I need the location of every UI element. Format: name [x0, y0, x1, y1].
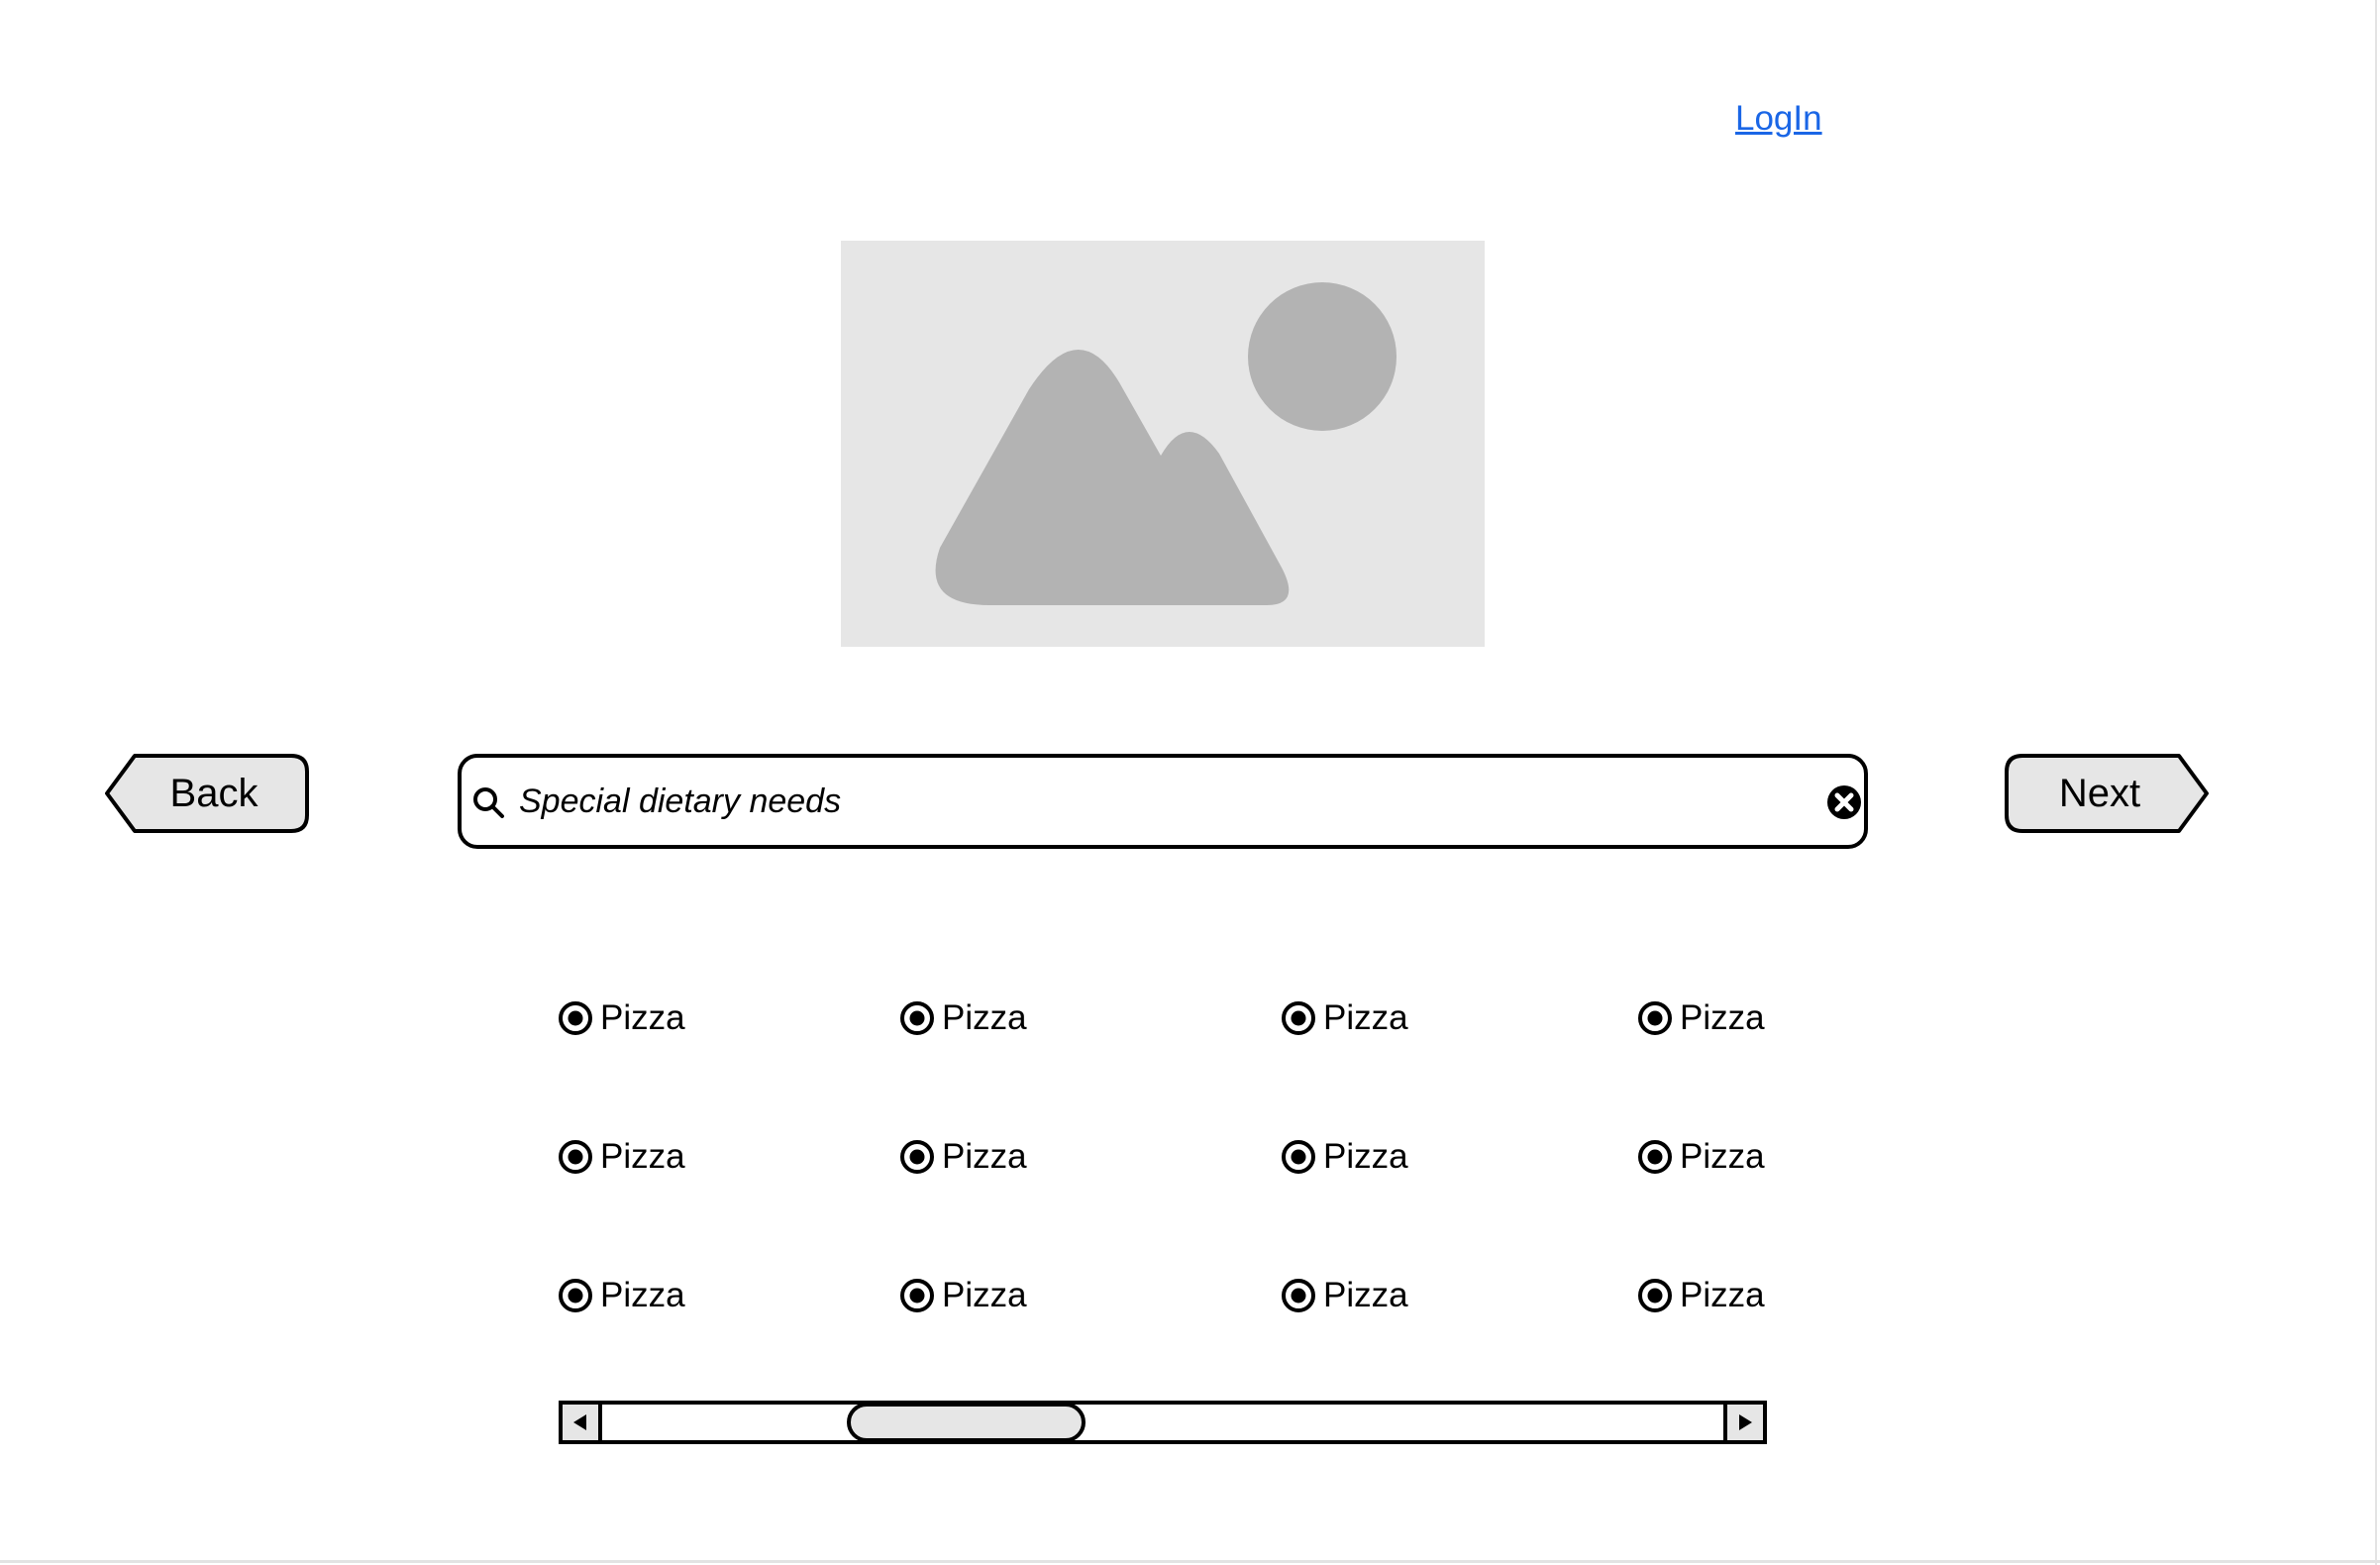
search-bar[interactable]: [458, 754, 1868, 849]
option-label: Pizza: [1323, 1137, 1408, 1176]
radio-selected-icon: [1282, 1001, 1315, 1035]
radio-selected-icon: [900, 1001, 934, 1035]
option-label: Pizza: [1680, 1137, 1765, 1176]
arrow-right-icon: [1739, 1414, 1752, 1430]
option-label: Pizza: [1680, 1276, 1765, 1314]
pizza-option[interactable]: Pizza: [557, 1132, 685, 1182]
back-button[interactable]: Back: [105, 754, 309, 833]
option-label: Pizza: [942, 1276, 1027, 1314]
radio-selected-icon: [559, 1001, 592, 1035]
horizontal-scrollbar[interactable]: [559, 1401, 1767, 1444]
next-button[interactable]: Next: [2005, 754, 2209, 833]
radio-selected-icon: [559, 1140, 592, 1174]
login-link[interactable]: LogIn: [1735, 99, 1822, 139]
image-placeholder-icon: [841, 241, 1485, 647]
back-button-label: Back: [169, 771, 259, 815]
radio-selected-icon: [1638, 1279, 1672, 1312]
pizza-option[interactable]: Pizza: [1280, 1132, 1408, 1182]
pizza-option[interactable]: Pizza: [898, 1132, 1027, 1182]
pizza-option[interactable]: Pizza: [1280, 1271, 1408, 1320]
next-button-label: Next: [2058, 771, 2141, 815]
pizza-option[interactable]: Pizza: [557, 1271, 685, 1320]
pizza-option[interactable]: Pizza: [898, 993, 1027, 1043]
clear-icon[interactable]: [1826, 784, 1862, 820]
pizza-option[interactable]: Pizza: [1636, 1132, 1765, 1182]
pizza-option[interactable]: Pizza: [557, 993, 685, 1043]
radio-selected-icon: [559, 1279, 592, 1312]
option-label: Pizza: [600, 1276, 685, 1314]
pizza-option[interactable]: Pizza: [1636, 1271, 1765, 1320]
option-label: Pizza: [942, 998, 1027, 1037]
radio-selected-icon: [1282, 1140, 1315, 1174]
search-icon: [473, 787, 504, 818]
radio-selected-icon: [900, 1279, 934, 1312]
radio-selected-icon: [1638, 1140, 1672, 1174]
pizza-option[interactable]: Pizza: [1280, 993, 1408, 1043]
pizza-option[interactable]: Pizza: [1636, 993, 1765, 1043]
radio-selected-icon: [1282, 1279, 1315, 1312]
option-label: Pizza: [1680, 998, 1765, 1037]
radio-selected-icon: [1638, 1001, 1672, 1035]
hero-image: [841, 241, 1485, 647]
arrow-left-icon: [573, 1414, 586, 1430]
search-input[interactable]: [519, 772, 1757, 831]
option-label: Pizza: [1323, 998, 1408, 1037]
scroll-right-button[interactable]: [1723, 1405, 1763, 1440]
option-label: Pizza: [600, 1137, 685, 1176]
option-label: Pizza: [1323, 1276, 1408, 1314]
page-bottom-edge: [0, 1560, 2380, 1563]
pizza-option[interactable]: Pizza: [898, 1271, 1027, 1320]
scroll-track[interactable]: [602, 1403, 1723, 1442]
scroll-thumb[interactable]: [846, 1403, 1086, 1442]
scroll-left-button[interactable]: [563, 1405, 602, 1440]
option-label: Pizza: [600, 998, 685, 1037]
page-right-edge: [2375, 0, 2377, 1565]
option-label: Pizza: [942, 1137, 1027, 1176]
radio-selected-icon: [900, 1140, 934, 1174]
